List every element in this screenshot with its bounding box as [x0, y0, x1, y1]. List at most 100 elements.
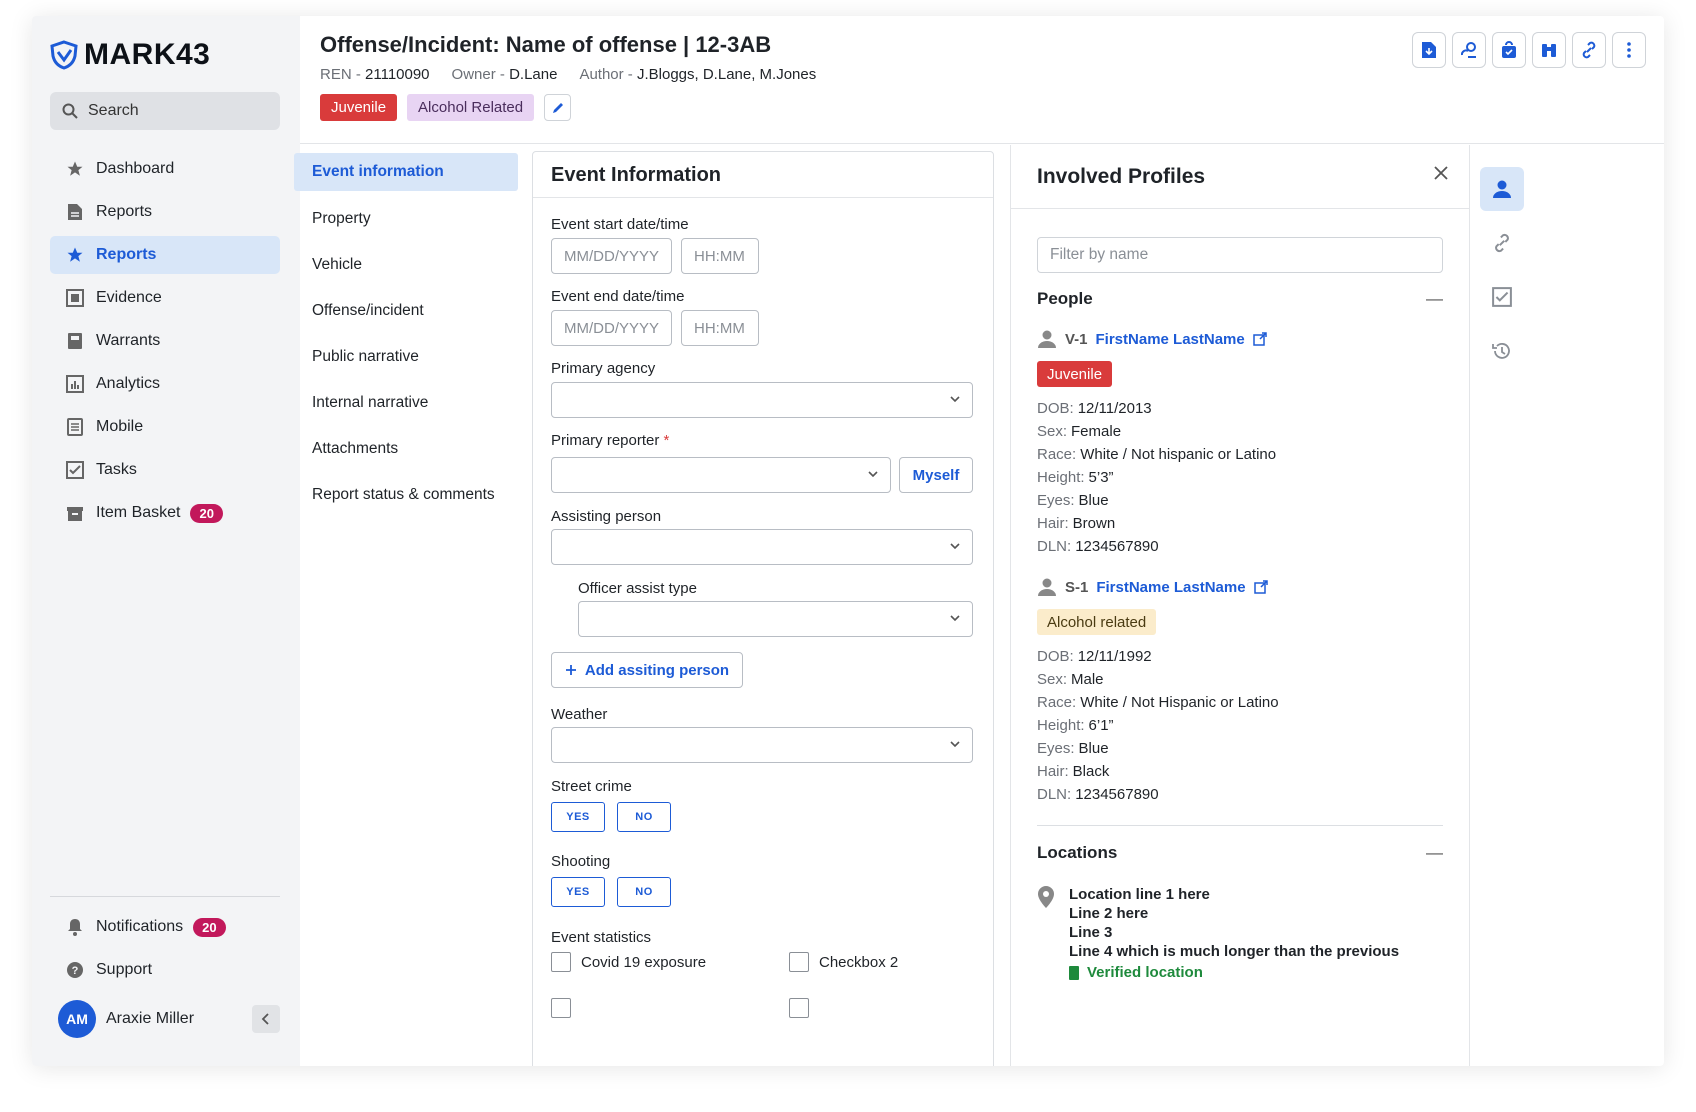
- person-name-link[interactable]: FirstName LastName: [1096, 579, 1245, 596]
- myself-button[interactable]: Myself: [899, 457, 973, 493]
- locations-section-header[interactable]: Locations —: [1037, 843, 1443, 863]
- sidebar-item-dashboard[interactable]: Dashboard: [50, 150, 280, 188]
- export-document-button[interactable]: [1412, 32, 1446, 68]
- copy-link-button[interactable]: [1572, 32, 1606, 68]
- person-name-link[interactable]: FirstName LastName: [1096, 331, 1245, 348]
- sidebar-item-support[interactable]: ? Support: [50, 951, 280, 989]
- event-end-date-input[interactable]: MM/DD/YYYY: [551, 310, 672, 346]
- attr-key: Height:: [1037, 469, 1085, 486]
- link-icon: [1582, 41, 1596, 59]
- filter-by-name-input[interactable]: Filter by name: [1037, 237, 1443, 273]
- form-title: Event Information: [533, 152, 993, 198]
- sidebar-item-mobile[interactable]: Mobile: [50, 408, 280, 446]
- search-placeholder: Search: [88, 102, 139, 119]
- sidebar-item-reports-active[interactable]: Reports: [50, 236, 280, 274]
- links-tab[interactable]: [1480, 221, 1524, 265]
- evidence-bag-button[interactable]: [1492, 32, 1526, 68]
- people-section-header[interactable]: People —: [1037, 289, 1443, 309]
- shooting-yes-button[interactable]: YES: [551, 877, 605, 907]
- verified-location-label: Verified location: [1087, 964, 1203, 981]
- sidebar-divider: [50, 896, 280, 897]
- link-person-button[interactable]: [1452, 32, 1486, 68]
- person-attr: Sex: Male: [1037, 668, 1443, 691]
- primary-reporter-select[interactable]: [551, 457, 891, 493]
- external-link-icon[interactable]: [1253, 332, 1267, 346]
- checkbox-covid-19-exposure[interactable]: Covid 19 exposure: [551, 952, 706, 972]
- checkbox-box[interactable]: [789, 952, 809, 972]
- logo-text: MARK43: [84, 38, 211, 71]
- assisting-person-label: Assisting person: [551, 508, 662, 525]
- sidebar-item-analytics[interactable]: Analytics: [50, 365, 280, 403]
- user-profile[interactable]: AM Araxie Miller: [50, 997, 280, 1041]
- attr-value: Brown: [1072, 515, 1116, 532]
- sidebar-item-reports[interactable]: Reports: [50, 193, 280, 231]
- person-tag: Alcohol related: [1037, 609, 1157, 635]
- collapse-sidebar-button[interactable]: [252, 1005, 280, 1033]
- more-options-button[interactable]: [1612, 32, 1646, 68]
- external-link-icon[interactable]: [1253, 580, 1268, 594]
- sidebar-item-label: Item Basket: [96, 504, 181, 521]
- attr-value: White / Not hispanic or Latino: [1080, 446, 1277, 463]
- checkbox-2[interactable]: Checkbox 2: [789, 952, 898, 972]
- officer-assist-type-select[interactable]: [578, 601, 973, 637]
- person-attr: Sex: Female: [1037, 420, 1443, 443]
- tag-juvenile: Juvenile: [320, 94, 398, 121]
- person-attr: Eyes: Blue: [1037, 737, 1443, 760]
- weather-label: Weather: [551, 706, 608, 723]
- section-internal-narrative[interactable]: Internal narrative: [294, 381, 518, 425]
- attr-key: Hair:: [1037, 763, 1069, 780]
- weather-select[interactable]: [551, 727, 973, 763]
- search-input[interactable]: Search: [50, 92, 280, 130]
- checkbox-box[interactable]: [789, 998, 809, 1018]
- location-line-3: Line 3: [1069, 924, 1113, 941]
- event-start-date-input[interactable]: MM/DD/YYYY: [551, 238, 672, 274]
- logo[interactable]: MARK43: [50, 38, 210, 72]
- section-offense-incident[interactable]: Offense/incident: [294, 289, 518, 333]
- people-label: People: [1037, 289, 1093, 308]
- person-icon: [1038, 330, 1056, 348]
- event-start-time-input[interactable]: HH:MM: [681, 238, 759, 274]
- section-property[interactable]: Property: [294, 197, 518, 241]
- street-crime-yes-button[interactable]: YES: [551, 802, 605, 832]
- app-window: MARK43 Search Dashboard Reports Reports …: [32, 16, 1664, 1066]
- section-event-information[interactable]: Event information: [294, 153, 518, 191]
- sidebar-item-item-basket[interactable]: Item Basket 20: [50, 494, 280, 532]
- involved-profiles-tab[interactable]: [1480, 167, 1524, 211]
- close-icon[interactable]: [1433, 165, 1449, 181]
- search-binoculars-button[interactable]: [1532, 32, 1566, 68]
- shooting-no-button[interactable]: NO: [617, 877, 671, 907]
- street-crime-no-button[interactable]: NO: [617, 802, 671, 832]
- tasks-tab[interactable]: [1480, 275, 1524, 319]
- attr-key: Height:: [1037, 717, 1085, 734]
- map-pin-icon: [1038, 886, 1054, 908]
- checkbox-box[interactable]: [551, 952, 571, 972]
- sidebar-item-evidence[interactable]: Evidence: [50, 279, 280, 317]
- section-public-narrative[interactable]: Public narrative: [294, 335, 518, 379]
- attr-value: Blue: [1078, 740, 1109, 757]
- right-rail: [1470, 145, 1632, 1066]
- attr-value: Female: [1071, 423, 1122, 440]
- event-end-time-input[interactable]: HH:MM: [681, 310, 759, 346]
- edit-tags-button[interactable]: [544, 94, 572, 121]
- ren-value: 21110090: [365, 66, 430, 83]
- attr-value: 5’3”: [1088, 469, 1114, 486]
- attr-key: DOB:: [1037, 400, 1074, 417]
- checkbox-partial[interactable]: [551, 998, 571, 1018]
- history-tab[interactable]: [1480, 329, 1524, 373]
- checkbox-box[interactable]: [551, 998, 571, 1018]
- sidebar-item-tasks[interactable]: Tasks: [50, 451, 280, 489]
- checkbox-partial[interactable]: [789, 998, 809, 1018]
- binoculars-icon: [1542, 44, 1556, 57]
- section-report-status-comments[interactable]: Report status & comments: [294, 473, 518, 517]
- primary-agency-select[interactable]: [551, 382, 973, 418]
- collapse-minus-icon[interactable]: —: [1426, 289, 1443, 309]
- section-vehicle[interactable]: Vehicle: [294, 243, 518, 287]
- sidebar-item-notifications[interactable]: Notifications 20: [50, 908, 280, 946]
- section-attachments[interactable]: Attachments: [294, 427, 518, 471]
- attr-key: DLN:: [1037, 538, 1072, 555]
- chevron-down-icon: [950, 543, 960, 550]
- assisting-person-select[interactable]: [551, 529, 973, 565]
- collapse-minus-icon[interactable]: —: [1426, 843, 1443, 863]
- add-assisting-person-button[interactable]: Add assiting person: [551, 652, 743, 688]
- sidebar-item-warrants[interactable]: Warrants: [50, 322, 280, 360]
